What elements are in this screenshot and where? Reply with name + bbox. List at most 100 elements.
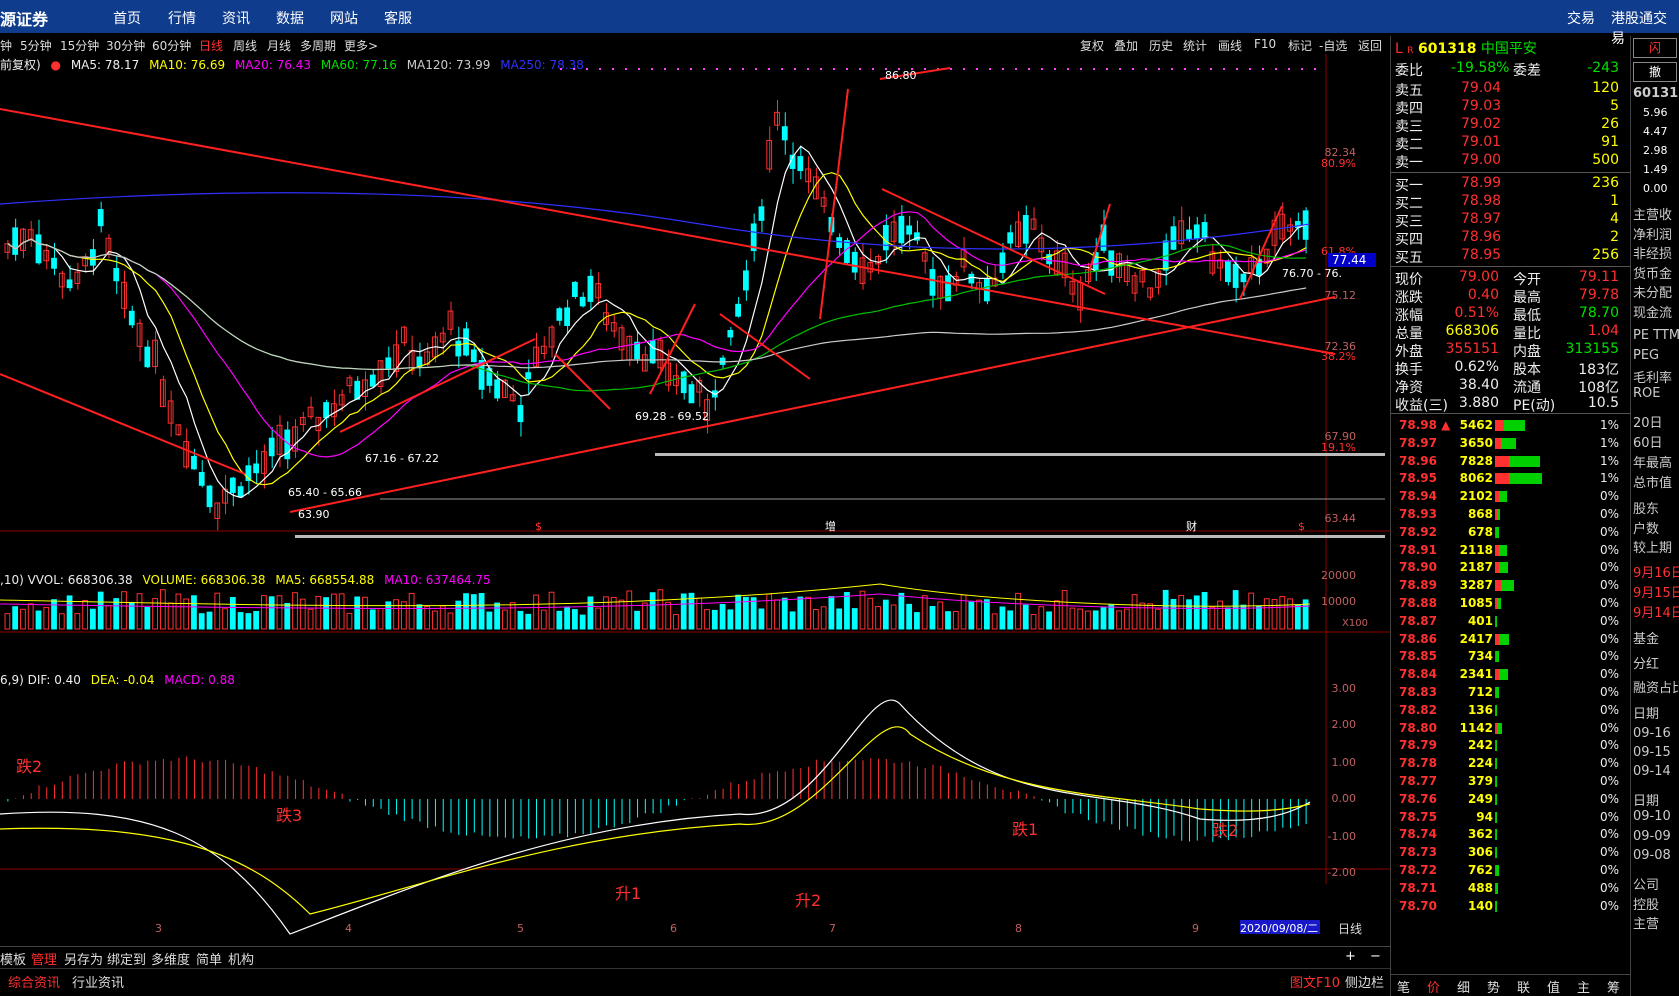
sell-row[interactable]: 卖三 79.02 26 bbox=[1395, 116, 1625, 135]
distribution-row[interactable]: 78.79 242 0% bbox=[1395, 737, 1625, 755]
f10-label[interactable]: 货币金 bbox=[1633, 263, 1672, 282]
tool-stats[interactable]: 统计 bbox=[1183, 37, 1207, 54]
f10-label[interactable]: 融资占比 bbox=[1633, 677, 1679, 696]
f10-label[interactable]: 年最高 bbox=[1633, 452, 1672, 471]
tab-multi-dim[interactable]: 多维度 bbox=[151, 949, 190, 968]
distribution-row[interactable]: 78.91 2118 0% bbox=[1395, 542, 1625, 560]
f10-label[interactable]: 主营收 bbox=[1633, 204, 1672, 223]
f10-label[interactable]: 总市值 bbox=[1633, 472, 1672, 491]
tab-manage[interactable]: 管理 bbox=[31, 949, 57, 968]
tab-board[interactable]: 板 bbox=[13, 949, 26, 968]
f10-label[interactable]: 日期 bbox=[1633, 790, 1659, 809]
tab-sidebar[interactable]: 侧边栏 bbox=[1345, 972, 1384, 991]
tool-mark[interactable]: 标记 bbox=[1288, 37, 1312, 54]
distribution-row[interactable]: 78.93 868 0% bbox=[1395, 506, 1625, 524]
distribution-row[interactable]: 78.73 306 0% bbox=[1395, 844, 1625, 862]
distribution-row[interactable]: 78.97 3650 1% bbox=[1395, 435, 1625, 453]
distribution-row[interactable]: 78.87 401 0% bbox=[1395, 613, 1625, 631]
distribution-row[interactable]: 78.96 7828 1% bbox=[1395, 453, 1625, 471]
flash-button[interactable]: 闪 bbox=[1633, 38, 1677, 58]
quote-tab[interactable]: 值 bbox=[1547, 977, 1560, 996]
minus-icon[interactable]: − bbox=[1370, 949, 1381, 964]
quote-tab[interactable]: 筹 bbox=[1607, 977, 1620, 996]
distribution-row[interactable]: 78.88 1085 0% bbox=[1395, 595, 1625, 613]
sell-row[interactable]: 卖二 79.01 91 bbox=[1395, 134, 1625, 153]
sell-row[interactable]: 卖四 79.03 5 bbox=[1395, 98, 1625, 117]
distribution-row[interactable]: 78.94 2102 0% bbox=[1395, 488, 1625, 506]
f10-label[interactable]: 公司 bbox=[1633, 874, 1659, 893]
f10-label[interactable]: 20日 bbox=[1633, 412, 1663, 431]
f10-label[interactable]: 09-16 bbox=[1633, 726, 1671, 741]
period-60min[interactable]: 60分钟 bbox=[152, 37, 191, 54]
cancel-button[interactable]: 撤 bbox=[1633, 62, 1677, 82]
distribution-row[interactable]: 78.77 379 0% bbox=[1395, 773, 1625, 791]
tab-institution[interactable]: 机构 bbox=[228, 949, 254, 968]
tool-draw[interactable]: 画线 bbox=[1218, 37, 1242, 54]
tab-f10-graphic[interactable]: 图文F10 bbox=[1290, 972, 1340, 991]
quote-tab[interactable]: 细 bbox=[1457, 977, 1470, 996]
distribution-row[interactable]: 78.70 140 0% bbox=[1395, 898, 1625, 916]
tool-overlay[interactable]: 叠加 bbox=[1114, 37, 1138, 54]
tool-adjust[interactable]: 复权 bbox=[1080, 37, 1104, 54]
f10-label[interactable]: PEG bbox=[1633, 348, 1659, 363]
tool-history[interactable]: 历史 bbox=[1149, 37, 1173, 54]
tab-simple[interactable]: 简单 bbox=[196, 949, 222, 968]
f10-label[interactable]: 毛利率 bbox=[1633, 367, 1672, 386]
f10-label[interactable]: 9月14日 bbox=[1633, 602, 1679, 621]
kline-chart-area[interactable]: 前复权) ● MA5: 78.17 MA10: 76.69 MA20: 76.4… bbox=[0, 54, 1390, 939]
period-multi[interactable]: 多周期 bbox=[300, 37, 336, 54]
f10-label[interactable]: 09-15 bbox=[1633, 745, 1671, 760]
f10-label[interactable]: 日期 bbox=[1633, 703, 1659, 722]
tab-save-as[interactable]: 另存为 bbox=[64, 949, 103, 968]
f10-label[interactable]: 较上期 bbox=[1633, 537, 1672, 556]
nav-website[interactable]: 网站 bbox=[330, 8, 358, 28]
f10-label[interactable]: 60日 bbox=[1633, 432, 1663, 451]
quote-tab[interactable]: 主 bbox=[1577, 977, 1590, 996]
f10-label[interactable]: 股东 bbox=[1633, 498, 1659, 517]
quote-tab[interactable]: 价 bbox=[1427, 977, 1440, 996]
nav-market[interactable]: 行情 bbox=[168, 8, 196, 28]
distribution-row[interactable]: 78.98 ▲ 5462 1% bbox=[1395, 417, 1625, 435]
distribution-row[interactable]: 78.78 224 0% bbox=[1395, 755, 1625, 773]
nav-news[interactable]: 资讯 bbox=[222, 8, 250, 28]
f10-label[interactable]: 9月16日 bbox=[1633, 562, 1679, 581]
distribution-row[interactable]: 78.83 712 0% bbox=[1395, 684, 1625, 702]
tab-industry-news[interactable]: 行业资讯 bbox=[72, 972, 124, 991]
f10-label[interactable]: 09-09 bbox=[1633, 829, 1671, 844]
f10-label[interactable]: 09-14 bbox=[1633, 764, 1671, 779]
f10-label[interactable]: 主营 bbox=[1633, 913, 1659, 932]
f10-label[interactable]: 分红 bbox=[1633, 653, 1659, 672]
period-1min[interactable]: 钟 bbox=[0, 37, 12, 54]
sell-row[interactable]: 卖一 79.00 500 bbox=[1395, 152, 1625, 171]
buy-row[interactable]: 买二 78.98 1 bbox=[1395, 193, 1625, 212]
period-15min[interactable]: 15分钟 bbox=[60, 37, 99, 54]
f10-label[interactable]: 基金 bbox=[1633, 628, 1659, 647]
distribution-row[interactable]: 78.90 2187 0% bbox=[1395, 559, 1625, 577]
nav-home[interactable]: 首页 bbox=[113, 8, 141, 28]
quote-tab[interactable]: 笔 bbox=[1397, 977, 1410, 996]
f10-label[interactable]: 未分配 bbox=[1633, 282, 1672, 301]
distribution-row[interactable]: 78.84 2341 0% bbox=[1395, 666, 1625, 684]
distribution-row[interactable]: 78.85 734 0% bbox=[1395, 648, 1625, 666]
f10-label[interactable]: 现金流 bbox=[1633, 302, 1672, 321]
buy-row[interactable]: 买五 78.95 256 bbox=[1395, 247, 1625, 266]
tool-back[interactable]: 返回 bbox=[1358, 37, 1382, 54]
distribution-row[interactable]: 78.92 678 0% bbox=[1395, 524, 1625, 542]
period-30min[interactable]: 30分钟 bbox=[106, 37, 145, 54]
f10-label[interactable]: 户数 bbox=[1633, 518, 1659, 537]
f10-label[interactable]: 净利润 bbox=[1633, 224, 1672, 243]
period-daily[interactable]: 日线 bbox=[199, 37, 223, 54]
f10-label[interactable]: ROE bbox=[1633, 386, 1660, 401]
distribution-row[interactable]: 78.71 488 0% bbox=[1395, 880, 1625, 898]
buy-row[interactable]: 买四 78.96 2 bbox=[1395, 229, 1625, 248]
tab-general-news[interactable]: 综合资讯 bbox=[8, 972, 60, 991]
period-weekly[interactable]: 周线 bbox=[233, 37, 257, 54]
period-monthly[interactable]: 月线 bbox=[267, 37, 291, 54]
nav-service[interactable]: 客服 bbox=[384, 8, 412, 28]
buy-row[interactable]: 买一 78.99 236 bbox=[1395, 175, 1625, 194]
f10-label[interactable]: PE TTM bbox=[1633, 328, 1679, 343]
buy-row[interactable]: 买三 78.97 4 bbox=[1395, 211, 1625, 230]
distribution-row[interactable]: 78.75 94 0% bbox=[1395, 809, 1625, 827]
distribution-row[interactable]: 78.95 8062 1% bbox=[1395, 470, 1625, 488]
period-5min[interactable]: 5分钟 bbox=[20, 37, 52, 54]
